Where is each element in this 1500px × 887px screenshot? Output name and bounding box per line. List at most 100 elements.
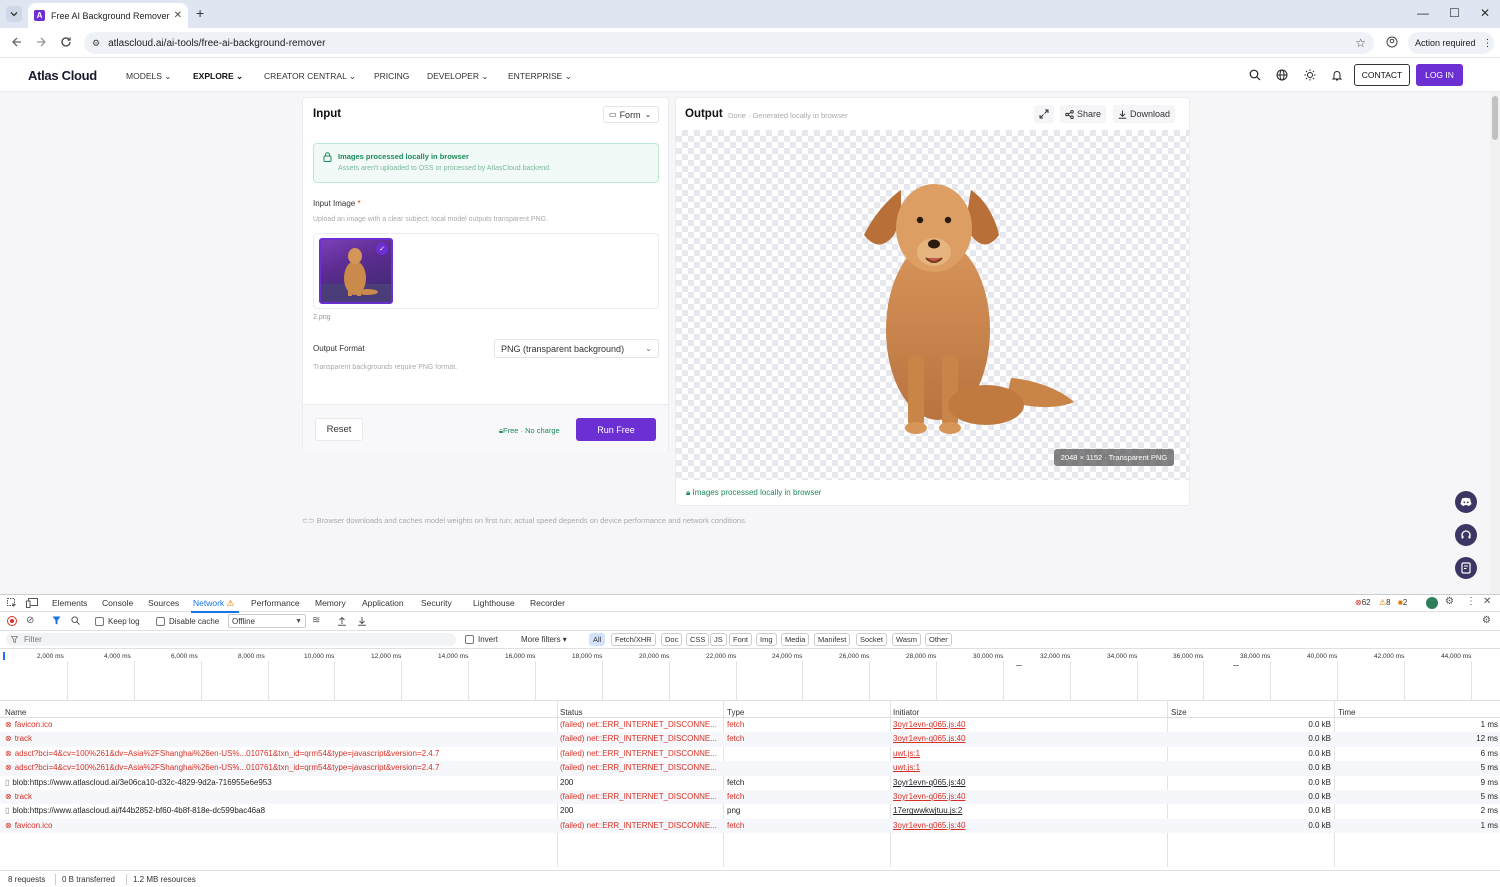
discord-icon[interactable] bbox=[1455, 491, 1477, 513]
clear-icon[interactable]: ⊘ bbox=[26, 615, 34, 626]
more-filters-button[interactable]: More filters ▾ bbox=[521, 635, 567, 644]
type-filter-js[interactable]: JS bbox=[710, 633, 727, 646]
column-header-size[interactable]: Size bbox=[1171, 708, 1187, 717]
devtools-tab-lighthouse[interactable]: Lighthouse bbox=[473, 598, 515, 608]
run-free-button[interactable]: Run Free bbox=[576, 418, 656, 441]
table-row[interactable]: ⊗ track (failed) net::ERR_INTERNET_DISCONN… bbox=[0, 732, 1500, 747]
settings-gear-icon[interactable]: ⚙ bbox=[1445, 596, 1454, 607]
maximize-icon[interactable]: ☐ bbox=[1449, 6, 1460, 20]
request-initiator-link[interactable]: 3oyr1evn-q065.js:40 bbox=[893, 821, 1163, 830]
search-icon[interactable] bbox=[1245, 65, 1265, 85]
table-row[interactable]: ⊗ adsct?bci=4&cv=100%261&dv=Asia%2FShangh… bbox=[0, 747, 1500, 761]
network-conditions-icon[interactable]: ≋ bbox=[312, 615, 320, 626]
nav-enterprise[interactable]: ENTERPRISE ⌄ bbox=[508, 71, 572, 82]
request-name[interactable]: ⊗ adsct?bci=4&cv=100%261&dv=Asia%2FShangh… bbox=[5, 763, 555, 772]
action-required-button[interactable]: Action required ⋮ bbox=[1408, 32, 1494, 54]
request-name[interactable]: ⊗ favicon.ico bbox=[5, 821, 555, 830]
request-initiator-link[interactable]: 3oyr1evn-q065.js:40 bbox=[893, 734, 1163, 743]
type-filter-doc[interactable]: Doc bbox=[661, 633, 683, 646]
issues-count[interactable]: ■2 bbox=[1398, 598, 1407, 607]
devtools-tab-security[interactable]: Security bbox=[421, 598, 452, 608]
invert-checkbox[interactable] bbox=[465, 635, 474, 644]
page-scrollbar[interactable] bbox=[1490, 92, 1500, 594]
back-icon[interactable] bbox=[11, 36, 23, 48]
type-filter-other[interactable]: Other bbox=[925, 633, 952, 646]
column-header-type[interactable]: Type bbox=[727, 708, 744, 717]
input-image-thumbnail[interactable]: ✓ bbox=[319, 238, 393, 304]
theme-sun-icon[interactable] bbox=[1300, 65, 1320, 85]
reset-button[interactable]: Reset bbox=[315, 418, 363, 441]
throttling-select[interactable]: Offline ▼ bbox=[228, 614, 306, 628]
network-settings-icon[interactable]: ⚙ bbox=[1482, 615, 1491, 626]
import-har-icon[interactable] bbox=[337, 616, 347, 626]
forward-icon[interactable] bbox=[35, 36, 47, 48]
page-scrollbar-thumb[interactable] bbox=[1492, 96, 1498, 140]
keep-log-checkbox[interactable] bbox=[95, 617, 104, 626]
type-filter-manifest[interactable]: Manifest bbox=[814, 633, 851, 646]
record-icon[interactable] bbox=[7, 616, 17, 626]
table-row[interactable]: ⊗ favicon.ico (failed) net::ERR_INTERNET_D… bbox=[0, 718, 1500, 732]
warning-count[interactable]: ⚠8 bbox=[1379, 598, 1391, 607]
column-header-time[interactable]: Time bbox=[1338, 708, 1355, 717]
type-filter-media[interactable]: Media bbox=[781, 633, 810, 646]
type-filter-fetch-xhr[interactable]: Fetch/XHR bbox=[611, 633, 656, 646]
filter-funnel-icon[interactable] bbox=[52, 616, 61, 625]
close-tab-icon[interactable]: ✕ bbox=[174, 10, 182, 21]
browser-tab[interactable]: A Free AI Background Remover ✕ bbox=[28, 3, 188, 28]
request-name[interactable]: ⊗ favicon.ico bbox=[5, 720, 555, 729]
column-header-status[interactable]: Status bbox=[560, 708, 583, 717]
devtools-tab-elements[interactable]: Elements bbox=[52, 598, 87, 608]
nav-pricing[interactable]: PRICING bbox=[374, 71, 409, 81]
request-name[interactable]: ⊗ track bbox=[5, 734, 555, 743]
share-button[interactable]: Share bbox=[1060, 105, 1107, 123]
type-filter-wasm[interactable]: Wasm bbox=[892, 633, 921, 646]
feedback-icon[interactable] bbox=[1455, 557, 1477, 579]
error-count[interactable]: ⊗62 bbox=[1355, 598, 1371, 607]
request-initiator-link[interactable]: 3oyr1evn-q065.js:40 bbox=[893, 720, 1163, 729]
devtools-tab-network[interactable]: Network ⚠ bbox=[193, 598, 234, 609]
more-menu-icon[interactable]: ⋮ bbox=[1483, 38, 1493, 49]
type-filter-socket[interactable]: Socket bbox=[856, 633, 887, 646]
close-window-icon[interactable]: ✕ bbox=[1480, 6, 1490, 20]
form-toggle[interactable]: ▭ Form ⌄ bbox=[603, 106, 659, 123]
request-name[interactable]: ▯ blob:https://www.atlascloud.ai/3e06ca10… bbox=[5, 778, 555, 787]
omnibox[interactable]: ⚙ atlascloud.ai/ai-tools/free-ai-backgro… bbox=[84, 32, 1374, 54]
type-filter-all[interactable]: All bbox=[589, 633, 606, 646]
url-text[interactable]: atlascloud.ai/ai-tools/free-ai-backgroun… bbox=[108, 38, 1355, 49]
request-name[interactable]: ⊗ track bbox=[5, 792, 555, 801]
request-name[interactable]: ▯ blob:https://www.atlascloud.ai/f44b2852… bbox=[5, 806, 555, 815]
column-header-name[interactable]: Name bbox=[5, 708, 26, 717]
reload-icon[interactable] bbox=[60, 36, 72, 48]
nav-models[interactable]: MODELS ⌄ bbox=[126, 71, 171, 82]
contact-button[interactable]: CONTACT bbox=[1354, 64, 1410, 86]
site-info-icon[interactable]: ⚙ bbox=[92, 38, 100, 49]
table-row[interactable]: ⊗ track (failed) net::ERR_INTERNET_DISCONN… bbox=[0, 790, 1500, 805]
expand-icon[interactable] bbox=[1034, 105, 1054, 123]
close-devtools-icon[interactable]: ✕ bbox=[1483, 596, 1491, 607]
new-tab-icon[interactable]: + bbox=[196, 5, 204, 21]
download-button[interactable]: Download bbox=[1113, 105, 1176, 123]
request-initiator-link[interactable]: 3oyr1evn-q065.js:40 bbox=[893, 778, 1163, 787]
bell-icon[interactable] bbox=[1327, 65, 1347, 85]
request-initiator-link[interactable]: 3oyr1evn-q065.js:40 bbox=[893, 792, 1163, 801]
request-name[interactable]: ⊗ adsct?bci=4&cv=100%261&dv=Asia%2FShangh… bbox=[5, 749, 555, 758]
bookmark-star-icon[interactable]: ☆ bbox=[1355, 36, 1366, 50]
globe-icon[interactable] bbox=[1272, 65, 1292, 85]
support-headset-icon[interactable] bbox=[1455, 524, 1477, 546]
nav-explore[interactable]: EXPLORE ⌄ bbox=[193, 71, 243, 82]
table-row[interactable]: ▯ blob:https://www.atlascloud.ai/3e06ca10… bbox=[0, 776, 1500, 790]
table-row[interactable]: ⊗ adsct?bci=4&cv=100%261&dv=Asia%2FShangh… bbox=[0, 761, 1500, 776]
network-timeline-overview[interactable]: 2,000 ms 4,000 ms 6,000 ms 8,000 ms 10,000 m… bbox=[0, 649, 1500, 701]
type-filter-font[interactable]: Font bbox=[729, 633, 753, 646]
devtools-menu-icon[interactable]: ⋮ bbox=[1466, 596, 1476, 607]
devtools-tab-performance[interactable]: Performance bbox=[251, 598, 300, 608]
request-initiator-link[interactable]: uwt.js:1 bbox=[893, 763, 1163, 772]
devtools-tab-console[interactable]: Console bbox=[102, 598, 133, 608]
nav-creator-central[interactable]: CREATOR CENTRAL ⌄ bbox=[264, 71, 356, 82]
table-row[interactable]: ▯ blob:https://www.atlascloud.ai/f44b2852… bbox=[0, 804, 1500, 818]
site-logo[interactable]: Atlas Cloud bbox=[28, 68, 97, 83]
request-initiator-link[interactable]: 17ergwwkwjtuu.js:2 bbox=[893, 806, 1163, 815]
nav-developer[interactable]: DEVELOPER ⌄ bbox=[427, 71, 488, 82]
request-initiator-link[interactable]: uwt.js:1 bbox=[893, 749, 1163, 758]
type-filter-css[interactable]: CSS bbox=[686, 633, 710, 646]
